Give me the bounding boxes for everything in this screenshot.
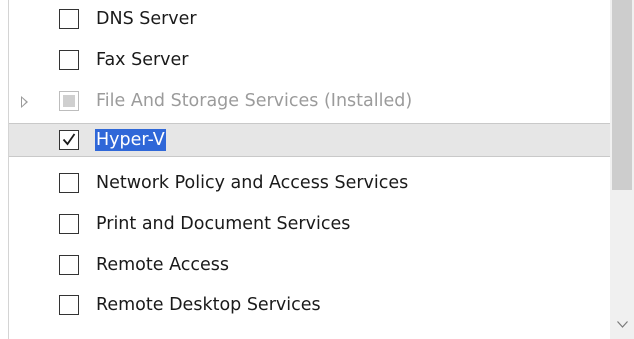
checkbox-file-and-storage[interactable] [59, 91, 79, 111]
chevron-down-icon [617, 321, 628, 328]
role-row-file-and-storage[interactable]: File And Storage Services (Installed) [9, 85, 610, 119]
role-label-fax-server: Fax Server [96, 50, 189, 70]
role-label-remote-access: Remote Access [96, 255, 229, 275]
scrollbar-thumb[interactable] [612, 0, 632, 190]
role-label-network-policy: Network Policy and Access Services [96, 173, 409, 193]
checkbox-dns-server[interactable] [59, 9, 79, 29]
role-label-print-document: Print and Document Services [96, 214, 351, 234]
scroll-down-button[interactable] [610, 312, 634, 339]
checkbox-remote-access[interactable] [59, 255, 79, 275]
role-row-hyper-v[interactable]: Hyper-V [9, 123, 610, 157]
role-label-hyper-v: Hyper-V [95, 129, 166, 151]
role-row-fax-server[interactable]: Fax Server [9, 44, 610, 78]
checkmark-icon [62, 133, 76, 146]
role-row-network-policy[interactable]: Network Policy and Access Services [9, 167, 610, 201]
role-label-dns-server: DNS Server [96, 9, 197, 29]
checkbox-hyper-v[interactable] [59, 130, 79, 150]
role-row-dns-server[interactable]: DNS Server [9, 3, 610, 37]
expand-triangle-icon[interactable] [21, 96, 28, 108]
checkbox-network-policy[interactable] [59, 173, 79, 193]
role-row-print-document[interactable]: Print and Document Services [9, 208, 610, 242]
role-label-remote-desktop: Remote Desktop Services [96, 295, 321, 315]
vertical-scrollbar[interactable] [610, 0, 634, 339]
roles-list: DNS Server Fax Server File And Storage S… [8, 0, 610, 339]
checkbox-fax-server[interactable] [59, 50, 79, 70]
role-row-remote-access[interactable]: Remote Access [9, 249, 610, 283]
checkbox-remote-desktop[interactable] [59, 295, 79, 315]
checkbox-print-document[interactable] [59, 214, 79, 234]
role-label-file-and-storage: File And Storage Services (Installed) [96, 91, 413, 111]
role-row-remote-desktop[interactable]: Remote Desktop Services [9, 289, 610, 323]
